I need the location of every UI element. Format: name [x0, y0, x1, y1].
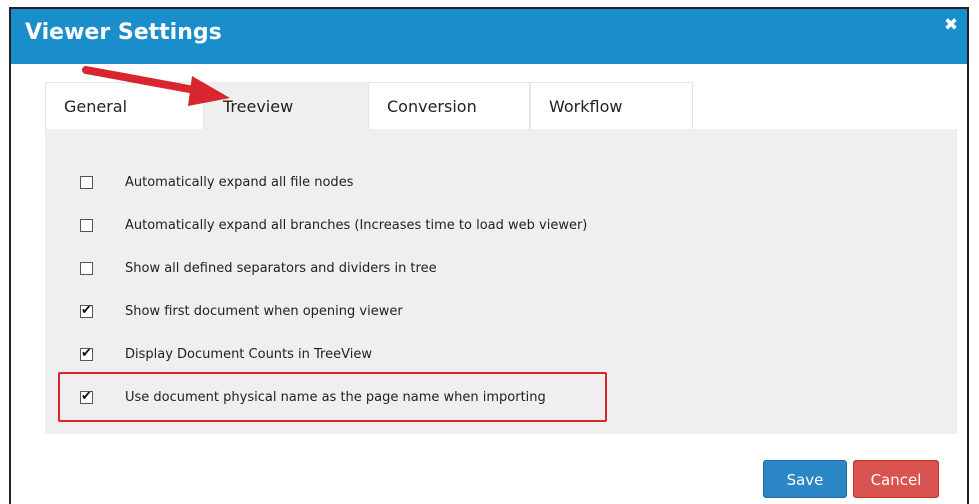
- expand-branches-checkbox[interactable]: [80, 218, 93, 232]
- highlight-box: [58, 372, 607, 422]
- option-label: Display Document Counts in TreeView: [125, 346, 372, 362]
- dialog-title: Viewer Settings: [25, 20, 222, 45]
- option-row-document-counts: Display Document Counts in TreeView: [80, 343, 372, 365]
- option-row-expand-branches: Automatically expand all branches (Incre…: [80, 214, 587, 236]
- dialog-titlebar: Viewer Settings ✖: [11, 9, 967, 64]
- option-row-show-first-document: Show first document when opening viewer: [80, 300, 403, 322]
- show-separators-checkbox[interactable]: [80, 261, 93, 275]
- option-row-show-separators: Show all defined separators and dividers…: [80, 257, 437, 279]
- expand-file-nodes-checkbox[interactable]: [80, 175, 93, 189]
- document-counts-checkbox[interactable]: [80, 345, 93, 361]
- close-icon[interactable]: ✖: [943, 16, 959, 33]
- show-first-document-checkbox[interactable]: [80, 302, 93, 318]
- option-label: Show all defined separators and dividers…: [125, 260, 437, 276]
- tab-workflow[interactable]: Workflow: [530, 82, 693, 129]
- option-label: Show first document when opening viewer: [125, 303, 403, 319]
- option-label: Automatically expand all branches (Incre…: [125, 217, 588, 233]
- red-arrow-icon: [82, 66, 230, 106]
- option-row-expand-file-nodes: Automatically expand all file nodes: [80, 171, 353, 193]
- option-label: Automatically expand all file nodes: [125, 174, 354, 190]
- save-button[interactable]: Save: [763, 460, 847, 498]
- tab-conversion[interactable]: Conversion: [368, 82, 530, 129]
- cancel-button[interactable]: Cancel: [853, 460, 939, 498]
